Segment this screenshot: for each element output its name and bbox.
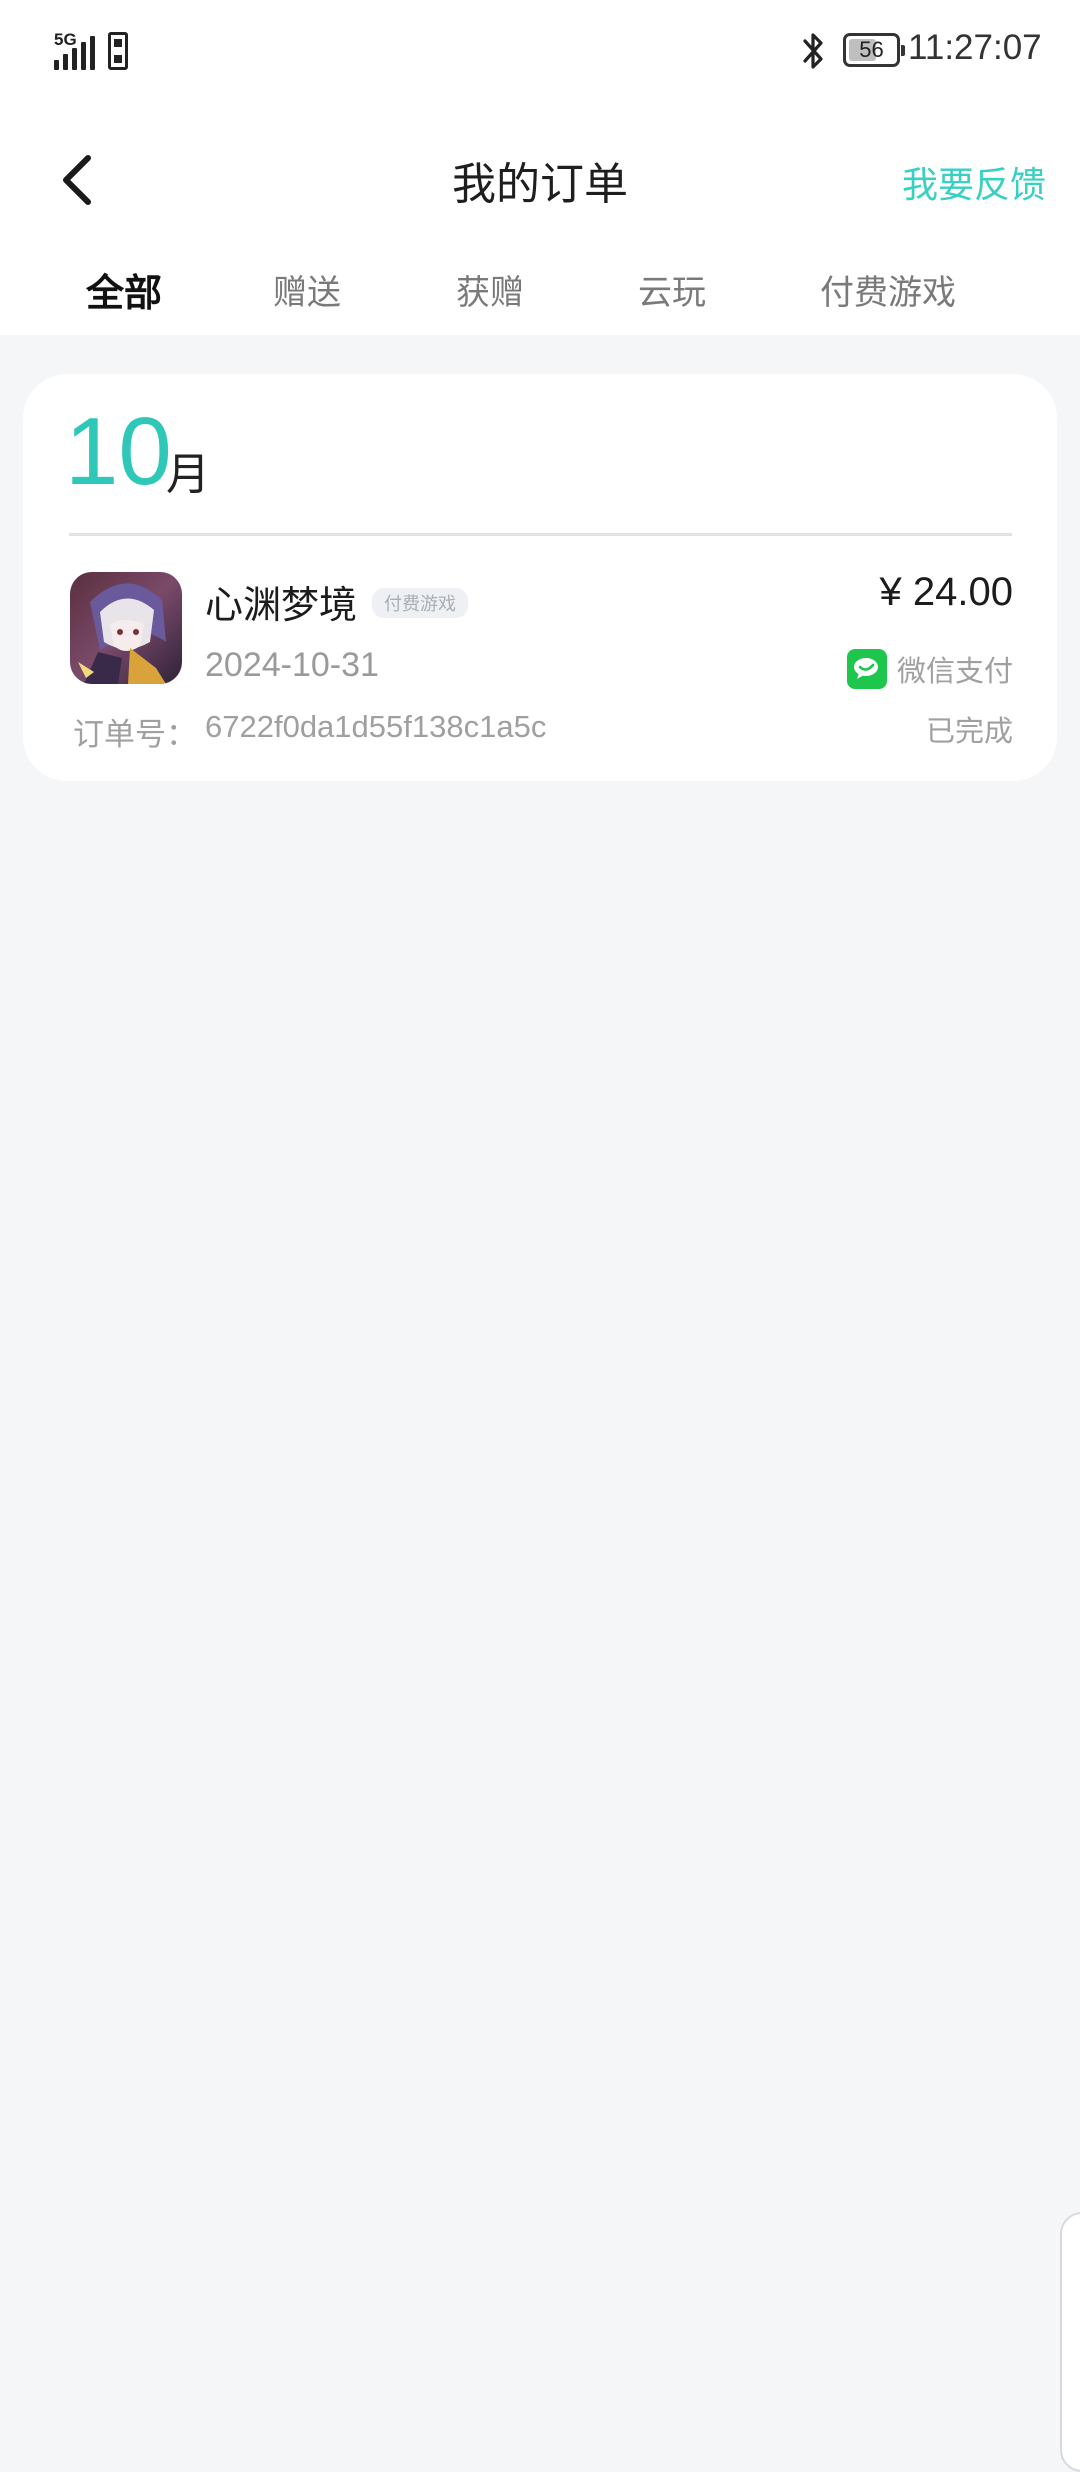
status-time: 11:27:07 [908,28,1042,67]
order-date: 2024-10-31 [205,646,379,684]
tab-cloud-play[interactable]: 云玩 [638,265,706,314]
game-type-badge: 付费游戏 [372,588,468,618]
wechat-pay-icon [846,649,887,689]
battery-indicator: 56 [843,33,905,67]
order-status: 已完成 [925,714,1013,748]
tab-all[interactable]: 全部 [83,262,166,323]
signal-icon: 5G [54,30,104,70]
tab-label: 赠送 [273,273,341,313]
month-order-card: 10 月 心渊梦境 付费游戏 2024-10-31 订单号： 6722f0da1… [23,374,1057,781]
game-name: 心渊梦境 [205,583,358,627]
order-item[interactable]: 心渊梦境 付费游戏 2024-10-31 订单号： 6722f0da1d55f1… [23,536,1057,776]
order-tabs: 全部 赠送 获赠 云玩 付费游戏 [0,265,1080,335]
feedback-link[interactable]: 我要反馈 [902,156,1046,208]
bluetooth-icon [803,33,823,69]
tab-label: 全部 [86,271,163,315]
tab-received[interactable]: 获赠 [456,265,524,314]
tab-gift[interactable]: 赠送 [273,265,341,314]
month-number: 10 [65,398,172,505]
tab-label: 获赠 [456,273,524,313]
order-price: ¥ 24.00 [879,570,1013,614]
game-icon [70,572,182,684]
app-header: 我的订单 我要反馈 [0,130,1080,230]
side-drawer-handle[interactable] [1060,2212,1080,2472]
order-number-label: 订单号： [73,717,197,753]
status-bar: 5G 56 11:27:07 [0,0,1080,100]
tab-label: 付费游戏 [820,273,956,313]
hd-icon [108,32,128,70]
payment-method-label: 微信支付 [896,654,1013,688]
battery-level: 56 [859,37,884,62]
top-area: 5G 56 11:27:07 我的订单 我要反馈 全部 赠送 获赠 云玩 付费游… [0,0,1080,335]
tab-label: 云玩 [638,273,706,313]
order-number: 6722f0da1d55f138c1a5c [205,709,547,744]
network-type: 5G [54,30,77,49]
payment-method: 微信支付 [846,648,1013,690]
tab-paid-games[interactable]: 付费游戏 [820,265,956,314]
month-unit: 月 [166,449,210,500]
